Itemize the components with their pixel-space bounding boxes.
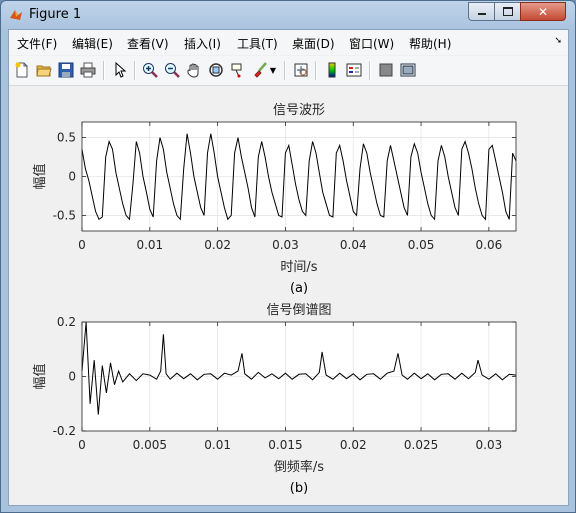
x-tick-label: 0.005 (133, 438, 167, 452)
x-tick-label: 0.05 (408, 238, 435, 252)
y-tick-label: -0.2 (53, 424, 76, 438)
x-tick-label: 0.02 (340, 438, 367, 452)
print-icon[interactable] (78, 60, 98, 80)
zoom-in-icon[interactable] (140, 60, 160, 80)
minimize-button[interactable] (468, 2, 495, 21)
close-icon: ✕ (537, 4, 549, 19)
chart-title: 信号波形 (273, 103, 325, 118)
menu-tools[interactable]: 工具(T) (237, 35, 278, 52)
menu-insert[interactable]: 插入(I) (184, 35, 221, 52)
x-tick-label: 0 (78, 438, 86, 452)
legend-icon[interactable] (344, 60, 364, 80)
x-tick-label: 0.01 (136, 238, 163, 252)
chart-title: 信号倒谱图 (266, 303, 331, 318)
y-tick-labels: -0.5 0 0.5 (53, 131, 76, 223)
pan-hand-icon[interactable] (184, 60, 204, 80)
maximize-icon (502, 7, 513, 16)
y-tick-label: 0 (68, 170, 76, 184)
figure-canvas[interactable]: 0 0.01 0.02 0.03 0.04 0.05 0.06 -0.5 0 0.5 信号波形 … (9, 86, 568, 505)
plots-svg: 0 0.01 0.02 0.03 0.04 0.05 0.06 -0.500.5 信号波形 … (32, 103, 517, 496)
x-tick-label: 0.015 (268, 438, 302, 452)
y-tick-labels: -0.2 0 0.2 (53, 315, 76, 438)
menu-window[interactable]: 窗口(W) (349, 35, 394, 52)
menu-chevron-icon[interactable]: ➘ (554, 36, 562, 46)
toolbar-separator (284, 61, 286, 80)
zoom-out-icon[interactable] (162, 60, 182, 80)
caption-b: (b) (290, 481, 308, 496)
maximize-button[interactable] (494, 2, 521, 21)
x-tick-label: 0.06 (476, 238, 503, 252)
menu-desktop[interactable]: 桌面(D) (292, 35, 335, 52)
close-button[interactable]: ✕ (520, 2, 566, 21)
x-axis-label: 时间/s (280, 260, 317, 275)
colorbar-icon[interactable] (322, 60, 342, 80)
brush-dropdown-icon[interactable]: ▼ (268, 60, 278, 80)
y-tick-label: 0 (68, 370, 76, 384)
brush-icon[interactable] (250, 60, 270, 80)
menu-file[interactable]: 文件(F) (17, 35, 57, 52)
y-tick-label: 0.2 (57, 315, 76, 329)
hide-plot-tools-icon[interactable] (376, 60, 396, 80)
title-bar[interactable]: Figure 1 ✕ (1, 1, 575, 29)
menu-edit[interactable]: 编辑(E) (72, 35, 113, 52)
x-tick-labels: 0 0.005 0.01 0.015 0.02 0.025 0.03 (78, 438, 502, 452)
matlab-icon (10, 10, 22, 20)
axes-signal-waveform[interactable]: 0 0.01 0.02 0.03 0.04 0.05 0.06 -0.500.5 信号波形 … (32, 103, 517, 296)
show-plot-tools-icon[interactable] (398, 60, 418, 80)
x-tick-labels: 0 0.01 0.02 0.03 0.04 0.05 0.06 (78, 238, 502, 252)
axes-cepstrum[interactable]: 0 0.005 0.01 0.015 0.02 0.025 0.03 -0.200.2 信号… (32, 303, 517, 496)
y-axis-label: 幅值 (32, 363, 48, 389)
toolbar: ▼ (9, 56, 568, 86)
toolbar-separator (134, 61, 136, 80)
x-axis-label: 倒频率/s (274, 459, 324, 475)
minimize-icon (477, 13, 486, 15)
x-tick-label: 0 (78, 238, 86, 252)
save-icon[interactable] (56, 60, 76, 80)
y-tick-label: -0.5 (53, 208, 76, 222)
toolbar-separator (369, 61, 371, 80)
select-arrow-icon[interactable] (110, 60, 130, 80)
menu-view[interactable]: 查看(V) (127, 35, 169, 52)
window-title: Figure 1 (29, 7, 82, 22)
link-plot-icon[interactable] (291, 60, 311, 80)
figure-window: Figure 1 ✕ 文件(F) 编辑(E) 查看(V) 插入(I) 工具(T)… (0, 0, 576, 513)
menu-help[interactable]: 帮助(H) (409, 35, 451, 52)
x-tick-label: 0.01 (204, 438, 231, 452)
x-tick-label: 0.03 (272, 238, 299, 252)
x-tick-label: 0.02 (204, 238, 231, 252)
open-file-icon[interactable] (34, 60, 54, 80)
y-tick-label: 0.5 (57, 131, 76, 145)
toolbar-separator (315, 61, 317, 80)
caption-a: (a) (290, 281, 308, 296)
y-axis-label: 幅值 (32, 163, 48, 189)
data-cursor-icon[interactable] (228, 60, 248, 80)
x-tick-label: 0.04 (340, 238, 367, 252)
client-area: 文件(F) 编辑(E) 查看(V) 插入(I) 工具(T) 桌面(D) 窗口(W… (8, 29, 569, 506)
toolbar-separator (103, 61, 105, 80)
x-tick-label: 0.025 (404, 438, 438, 452)
x-tick-label: 0.03 (476, 438, 503, 452)
menu-bar: 文件(F) 编辑(E) 查看(V) 插入(I) 工具(T) 桌面(D) 窗口(W… (9, 30, 568, 55)
new-figure-icon[interactable] (12, 60, 32, 80)
rotate-3d-icon[interactable] (206, 60, 226, 80)
